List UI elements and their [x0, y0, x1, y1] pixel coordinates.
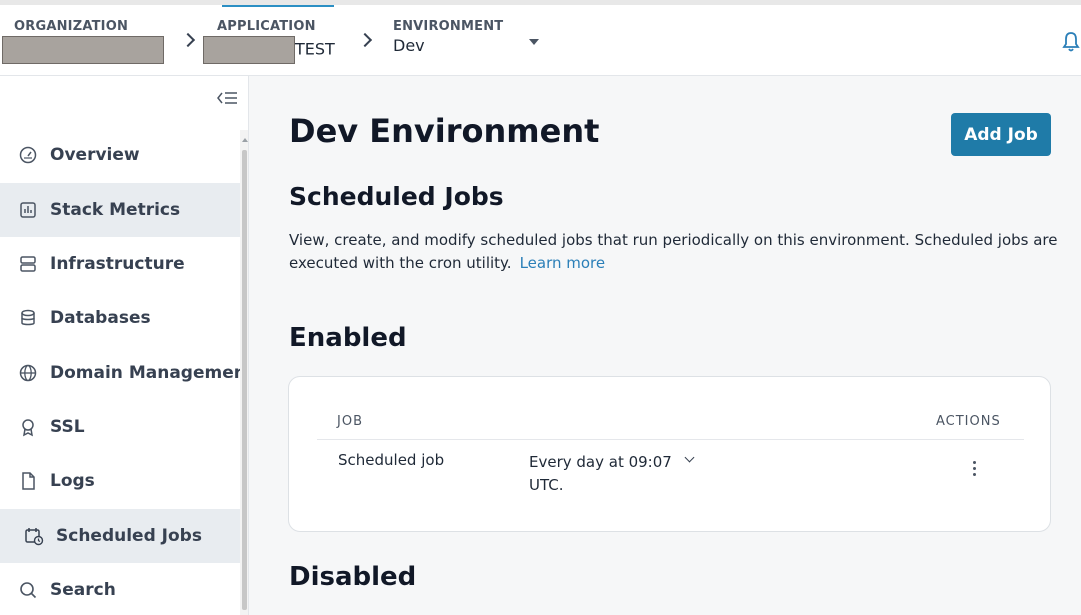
organization-label: ORGANIZATION	[14, 19, 129, 34]
learn-more-link[interactable]: Learn more	[520, 254, 606, 272]
add-job-button[interactable]: Add Job	[951, 113, 1051, 156]
chart-icon	[20, 202, 36, 218]
section-title: Scheduled Jobs	[289, 182, 504, 211]
sidebar-item-label: SSL	[50, 417, 85, 437]
breadcrumb-organization[interactable]: ORGANIZATION	[2, 19, 164, 64]
sidebar-item-infrastructure[interactable]: Infrastructure	[0, 237, 240, 291]
collapse-sidebar-icon[interactable]	[216, 90, 238, 106]
sidebar-item-label: Databases	[50, 308, 151, 328]
sidebar: Overview Stack Metrics Infrastructure Da…	[0, 76, 249, 615]
sidebar-item-search[interactable]: Search	[0, 563, 240, 615]
notification-bell-icon[interactable]	[1062, 31, 1080, 53]
application-active-indicator	[222, 5, 334, 7]
application-label: APPLICATION	[217, 19, 316, 34]
sidebar-item-label: Overview	[50, 145, 140, 165]
sidebar-scroll-thumb[interactable]	[242, 150, 247, 610]
sidebar-item-scheduled-jobs[interactable]: Scheduled Jobs	[0, 509, 240, 563]
top-header: ORGANIZATION APPLICATION TEST ENVIRONMEN…	[0, 0, 1081, 76]
globe-icon	[19, 364, 37, 382]
calendar-clock-icon	[25, 528, 44, 546]
database-icon	[21, 309, 35, 326]
environment-label: ENVIRONMENT	[393, 19, 504, 34]
section-description: View, create, and modify scheduled jobs …	[289, 231, 1058, 272]
column-header-actions: ACTIONS	[936, 414, 1001, 429]
sidebar-item-label: Domain Managemen	[50, 363, 240, 383]
sidebar-item-label: Infrastructure	[50, 254, 185, 274]
file-icon	[22, 472, 35, 490]
sidebar-item-domain-management[interactable]: Domain Managemen	[0, 346, 240, 400]
sidebar-item-logs[interactable]: Logs	[0, 454, 240, 508]
breadcrumb-chevron-icon	[180, 32, 196, 48]
main-content: Dev Environment Add Job Scheduled Jobs V…	[249, 76, 1081, 615]
sidebar-item-label: Scheduled Jobs	[56, 526, 202, 546]
breadcrumb-environment[interactable]: ENVIRONMENT Dev	[393, 19, 503, 55]
sidebar-item-label: Stack Metrics	[50, 200, 181, 220]
page-title: Dev Environment	[289, 112, 600, 150]
organization-redacted-value	[2, 36, 164, 64]
sidebar-item-stack-metrics[interactable]: Stack Metrics	[0, 183, 240, 237]
sidebar-item-ssl[interactable]: SSL	[0, 400, 240, 454]
environment-dropdown-icon[interactable]	[529, 39, 539, 45]
gauge-icon	[19, 146, 37, 164]
disabled-heading: Disabled	[289, 562, 417, 592]
environment-value: Dev	[393, 36, 425, 55]
enabled-heading: Enabled	[289, 323, 407, 353]
breadcrumb-chevron-icon	[357, 32, 373, 48]
enabled-jobs-card: JOB ACTIONS Scheduled job Every day at 0…	[288, 376, 1051, 532]
application-redacted-prefix	[203, 36, 295, 64]
badge-icon	[22, 419, 34, 437]
sidebar-item-overview[interactable]: Overview	[0, 128, 240, 182]
job-schedule: Every day at 09:07 UTC.	[529, 453, 672, 494]
row-actions-menu-icon[interactable]	[969, 461, 979, 479]
schedule-expand-icon[interactable]	[684, 452, 695, 463]
breadcrumb-application[interactable]: APPLICATION TEST	[203, 19, 335, 64]
header-divider	[317, 439, 1024, 440]
column-header-job: JOB	[337, 414, 363, 429]
application-value: TEST	[295, 39, 335, 59]
server-icon	[20, 256, 36, 272]
scroll-up-icon[interactable]	[242, 138, 248, 142]
job-name: Scheduled job	[338, 451, 445, 469]
sidebar-item-label: Search	[50, 580, 116, 600]
search-icon	[20, 582, 37, 599]
sidebar-item-databases[interactable]: Databases	[0, 291, 240, 345]
sidebar-item-label: Logs	[50, 471, 95, 491]
